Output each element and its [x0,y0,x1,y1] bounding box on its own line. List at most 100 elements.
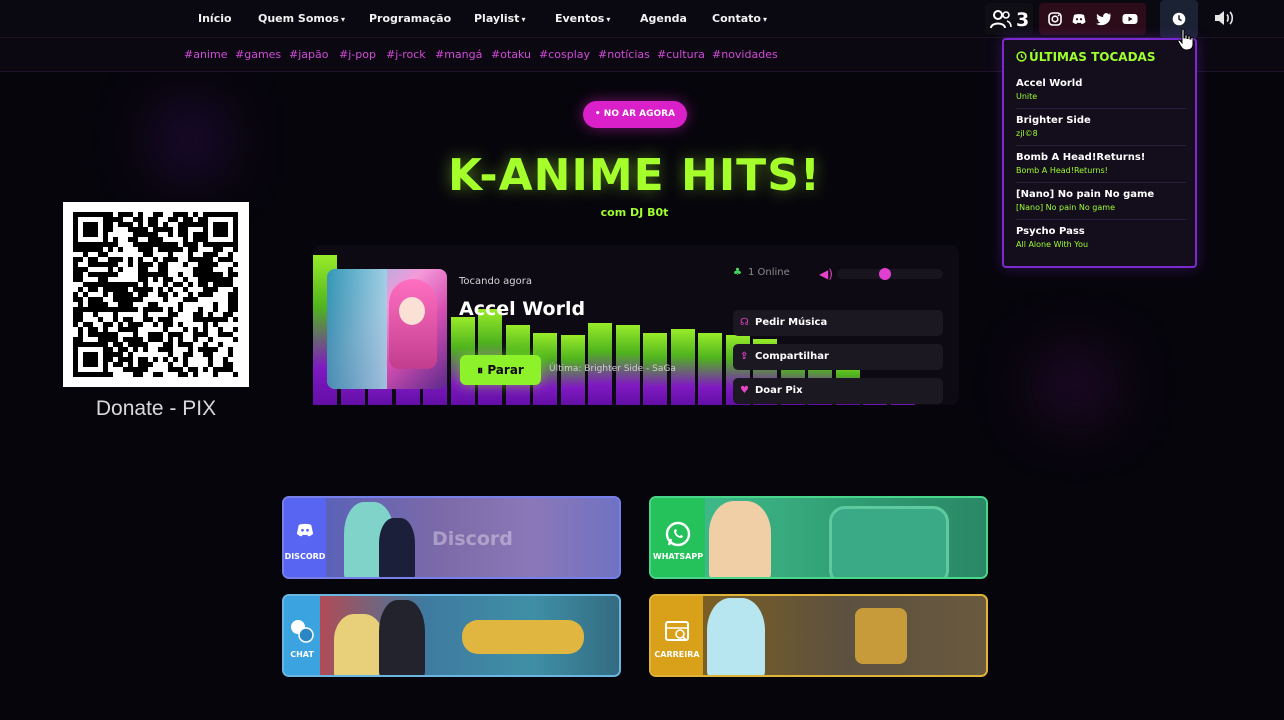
whatsapp-icon [665,521,691,547]
history-item[interactable]: Accel World Unite [1016,78,1186,101]
nav-label: Quem Somos [258,12,339,25]
hand-cursor-icon [1177,28,1194,51]
users-icon: ♣ [733,267,742,278]
share-label: Compartilhar [755,351,829,362]
page-title: K-ANIME HITS! [448,150,821,201]
qr-code-image [73,212,238,377]
divider [1016,108,1186,109]
pix-qr-code [63,202,249,387]
history-item-artist: Unite [1016,92,1038,101]
tag-link[interactable]: #japão [289,48,328,61]
nav-label: Playlist [474,12,520,25]
whatsapp-character [709,501,771,577]
tag-link[interactable]: #novidades [712,48,778,61]
volume-icon[interactable] [1213,9,1235,27]
discord-card[interactable]: Discord DISCORD [282,496,621,579]
youtube-icon[interactable] [1122,11,1138,27]
whatsapp-label: WHATSAPP [652,552,704,561]
discord-label: DISCORD [284,552,326,561]
career-desk-art [855,608,907,664]
tag-link[interactable]: #otaku [491,48,531,61]
career-card[interactable]: CARREIRA [649,594,988,677]
chat-card[interactable]: CHAT [282,594,621,677]
social-links [1039,3,1146,35]
whatsapp-card[interactable]: WHATSAPP [649,496,988,579]
career-character [707,598,765,675]
tag-link[interactable]: #j-pop [339,48,376,61]
tag-link[interactable]: #j-rock [386,48,426,61]
history-title: ÚLTIMAS TOCADAS [1016,50,1155,64]
users-icon [990,10,1012,29]
nav-label: Início [198,12,232,25]
cover-art-face [399,297,425,325]
tag-link[interactable]: #mangá [435,48,482,61]
history-item-title: Accel World [1016,78,1083,89]
live-badge: • NO AR AGORA [583,101,687,128]
tag-link[interactable]: #cosplay [539,48,590,61]
history-icon [1016,51,1027,62]
volume-slider[interactable] [837,268,943,280]
top-nav: Início Quem Somos ▾ Programação Playlist ▾… [0,0,1284,38]
history-item-artist: All Alone With You [1016,240,1089,249]
nav-label: Eventos [555,12,605,25]
cover-art-background [327,269,387,389]
discord-icon[interactable] [1071,11,1087,27]
donate-caption: Donate - PIX [95,397,217,420]
chat-side: CHAT [284,596,320,675]
divider [1016,145,1186,146]
nav-item-playlist[interactable]: Playlist ▾ [474,12,525,25]
listeners-counter: 3 [985,3,1033,35]
career-side: CARREIRA [651,596,703,675]
history-item[interactable]: Brighter Side zjl©8 [1016,115,1186,138]
volume-slider-knob[interactable] [879,268,891,280]
nav-item-inicio[interactable]: Início [198,12,232,25]
album-cover [327,269,447,389]
radio-player: Tocando agora Accel World ⏸ Parar Última… [313,245,959,405]
nav-item-eventos[interactable]: Eventos ▾ [555,12,610,25]
nav-label: Agenda [640,12,687,25]
nav-item-programacao[interactable]: Programação [369,12,451,25]
request-song-label: Pedir Música [755,317,828,328]
whatsapp-phone-art [829,506,949,577]
briefcase-icon [665,621,689,641]
discord-side: DISCORD [284,498,326,577]
tag-link[interactable]: #notícias [598,48,650,61]
career-label: CARREIRA [654,650,700,659]
chat-label: CHAT [290,650,314,659]
nav-item-quem-somos[interactable]: Quem Somos ▾ [258,12,345,25]
now-playing-label: Tocando agora [459,276,532,287]
instagram-icon[interactable] [1047,11,1063,27]
chevron-down-icon: ▾ [762,15,767,24]
history-item[interactable]: Psycho Pass All Alone With You [1016,226,1186,249]
track-title: Accel World [459,298,586,320]
chat-character [379,600,425,675]
history-item-artist: zjl©8 [1016,129,1038,138]
stop-button[interactable]: ⏸ Parar [460,355,541,385]
chat-bubbles-icon [291,620,314,643]
clock-icon [1172,12,1186,26]
chevron-down-icon: ▾ [340,15,345,24]
ambient-glow [1040,355,1110,415]
visualizer-bar [698,333,722,405]
chevron-down-icon: ▾ [606,15,611,24]
tag-link[interactable]: #games [235,48,281,61]
nav-label: Contato [712,12,761,25]
tag-link[interactable]: #anime [184,48,227,61]
discord-character [379,518,415,577]
share-button[interactable]: ⇪ Compartilhar [733,344,943,370]
twitter-icon[interactable] [1096,11,1112,27]
donate-pix-label: Doar Pix [755,385,803,396]
nav-item-agenda[interactable]: Agenda [640,12,687,25]
chat-bubble-art [462,620,584,654]
request-song-button[interactable]: ☊ Pedir Música [733,310,943,336]
volume-icon[interactable]: ◀) [819,267,833,281]
chevron-down-icon: ▾ [521,15,526,24]
history-item-title: Psycho Pass [1016,226,1085,237]
nav-item-contato[interactable]: Contato ▾ [712,12,767,25]
headphones-icon: ☊ [740,317,749,328]
divider [1016,219,1186,220]
discord-watermark: Discord [432,528,513,550]
tag-link[interactable]: #cultura [657,48,705,61]
donate-pix-button[interactable]: ♥ Doar Pix [733,378,943,404]
chat-character [334,614,384,675]
